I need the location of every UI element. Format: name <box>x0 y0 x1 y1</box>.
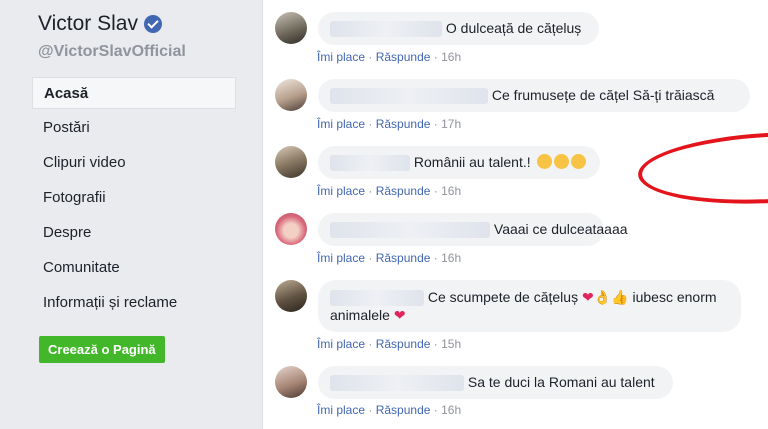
separator: · <box>368 50 373 64</box>
comment-text: Ce scumpete de cățeluș <box>427 289 579 305</box>
separator: · <box>433 184 438 198</box>
avatar[interactable] <box>275 146 307 178</box>
comment-time[interactable]: 15h <box>441 337 461 351</box>
comment-text-continued: iubesc enorm <box>632 289 717 305</box>
reply-link[interactable]: Răspunde <box>376 117 431 131</box>
verified-badge-icon <box>144 15 162 33</box>
avatar[interactable] <box>275 213 307 245</box>
sidebar: Victor Slav @VictorSlavOfficial Acasă Po… <box>0 0 248 429</box>
comment-time[interactable]: 16h <box>441 50 461 64</box>
like-link[interactable]: Îmi place <box>317 184 365 198</box>
avatar[interactable] <box>275 79 307 111</box>
blurred-author-name[interactable] <box>330 155 410 172</box>
heart-emoji-icon: ❤ <box>393 307 406 324</box>
page-nav: Acasă Postări Clipuri video Fotografii D… <box>32 77 236 322</box>
blurred-author-name[interactable] <box>330 88 488 105</box>
blurred-author-name[interactable] <box>330 375 464 392</box>
reply-link[interactable]: Răspunde <box>376 50 431 64</box>
comment-bubble: Ce scumpete de cățeluș ❤👌👍 iubesc enorm … <box>318 280 741 332</box>
blurred-author-name[interactable] <box>330 290 424 307</box>
nav-item-posts[interactable]: Postări <box>32 112 236 144</box>
page-title[interactable]: Victor Slav <box>38 12 162 36</box>
like-link[interactable]: Îmi place <box>317 50 365 64</box>
hug-emoji-icon <box>553 154 569 169</box>
comment-actions: Îmi place · Răspunde · 17h <box>317 117 461 131</box>
nav-item-videos[interactable]: Clipuri video <box>32 147 236 179</box>
nav-item-community[interactable]: Comunitate <box>32 252 236 284</box>
comment-actions: Îmi place · Răspunde · 16h <box>317 403 461 417</box>
comment-text: Ce frumusețe de cățel Să-ți trăiască <box>491 87 715 103</box>
comment-actions: Îmi place · Răspunde · 16h <box>317 50 461 64</box>
comment-time[interactable]: 17h <box>441 117 461 131</box>
like-link[interactable]: Îmi place <box>317 251 365 265</box>
separator: · <box>433 50 438 64</box>
comment-bubble: Ce frumusețe de cățel Să-ți trăiască <box>318 79 750 113</box>
blurred-author-name[interactable] <box>330 21 442 38</box>
avatar[interactable] <box>275 280 307 312</box>
like-link[interactable]: Îmi place <box>317 403 365 417</box>
comment-actions: Îmi place · Răspunde · 16h <box>317 184 461 198</box>
nav-item-home[interactable]: Acasă <box>32 77 236 109</box>
comment-text: O dulceață de cățeluș <box>445 20 582 36</box>
highlight-circle-annotation <box>636 126 768 210</box>
like-link[interactable]: Îmi place <box>317 117 365 131</box>
blurred-author-name[interactable] <box>330 222 490 239</box>
nav-item-photos[interactable]: Fotografii <box>32 182 236 214</box>
create-page-button[interactable]: Creează o Pagină <box>39 336 165 363</box>
hug-emoji-icon <box>536 154 552 169</box>
comment-actions: Îmi place · Răspunde · 15h <box>317 337 461 351</box>
comment-bubble: O dulceață de cățeluș <box>318 12 599 46</box>
comment-time[interactable]: 16h <box>441 403 461 417</box>
page-name-text[interactable]: Victor Slav <box>38 12 138 36</box>
comment-text: Vaaai ce dulceataaaa <box>493 221 628 237</box>
avatar[interactable] <box>275 12 307 44</box>
separator: · <box>368 251 373 265</box>
reply-link[interactable]: Răspunde <box>376 403 431 417</box>
comment-actions: Îmi place · Răspunde · 16h <box>317 251 461 265</box>
heart-emoji-icon: ❤ <box>581 289 594 305</box>
reply-link[interactable]: Răspunde <box>376 184 431 198</box>
comments-panel: O dulceață de cățeluș Îmi place · Răspun… <box>262 0 768 429</box>
separator: · <box>433 403 438 417</box>
avatar[interactable] <box>275 366 307 398</box>
separator: · <box>368 337 373 351</box>
separator: · <box>433 117 438 131</box>
comment-bubble: Românii au talent.! <box>318 146 600 180</box>
nav-item-info-ads[interactable]: Informații și reclame <box>32 287 236 319</box>
reply-link[interactable]: Răspunde <box>376 251 431 265</box>
comment-text-line2: animalele <box>330 307 390 324</box>
separator: · <box>368 117 373 131</box>
hug-emoji-icon <box>570 154 586 169</box>
thumbs-up-emoji-icon: 👍 <box>611 289 629 305</box>
like-link[interactable]: Îmi place <box>317 337 365 351</box>
comment-text: Românii au talent.! <box>413 154 531 170</box>
comment-bubble: Vaaai ce dulceataaaa <box>318 213 628 247</box>
comment-time[interactable]: 16h <box>441 184 461 198</box>
separator: · <box>433 337 438 351</box>
nav-item-about[interactable]: Despre <box>32 217 236 249</box>
reply-link[interactable]: Răspunde <box>376 337 431 351</box>
page-handle[interactable]: @VictorSlavOfficial <box>38 43 186 61</box>
separator: · <box>368 403 373 417</box>
separator: · <box>368 184 373 198</box>
separator: · <box>433 251 438 265</box>
comment-text: Sa te duci la Romani au talent <box>467 374 655 390</box>
ok-hand-emoji-icon: 👌 <box>593 289 612 305</box>
comment-time[interactable]: 16h <box>441 251 461 265</box>
comment-bubble: Sa te duci la Romani au talent <box>318 366 673 400</box>
